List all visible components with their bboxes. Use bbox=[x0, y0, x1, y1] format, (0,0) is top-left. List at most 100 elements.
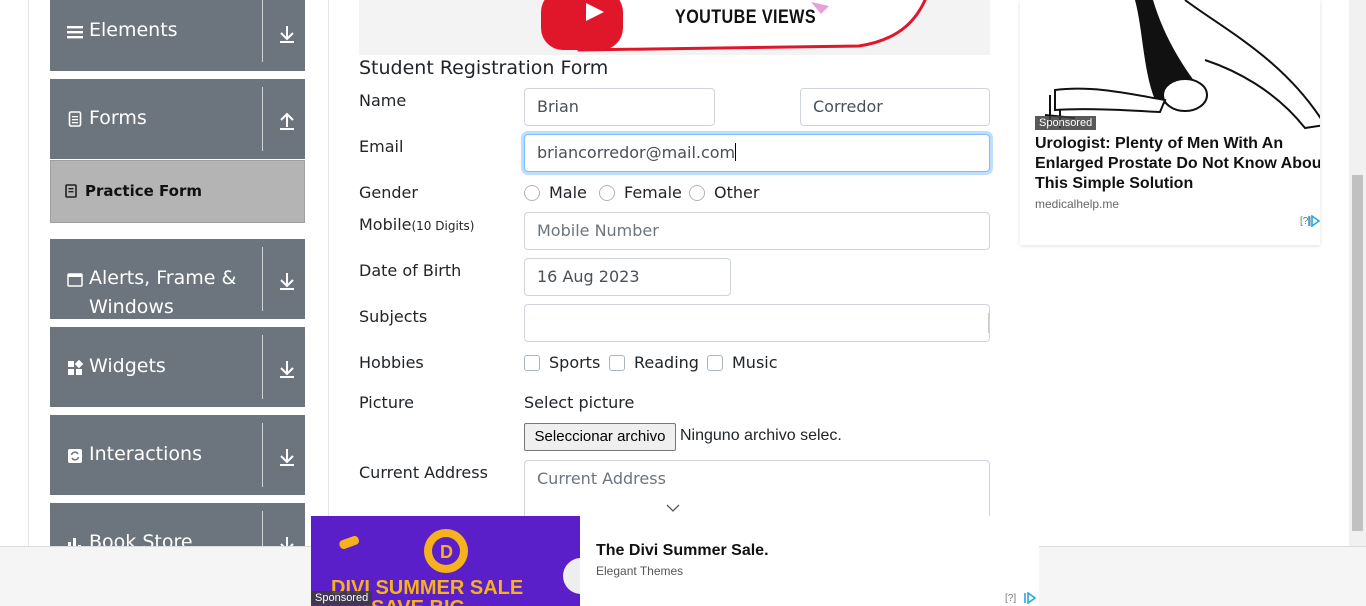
right-ad[interactable]: Sponsored Urologist: Plenty of Men With … bbox=[1020, 0, 1320, 245]
mobile-input[interactable]: Mobile Number bbox=[524, 212, 990, 250]
adchoices-icon[interactable] bbox=[1022, 592, 1036, 604]
radio-label: Female bbox=[624, 183, 682, 202]
sidebar-group-book-store[interactable]: Book Store bbox=[50, 503, 305, 546]
radio-label: Male bbox=[549, 183, 587, 202]
checkbox-label: Music bbox=[732, 353, 778, 372]
gender-label: Gender bbox=[359, 183, 418, 202]
subjects-label: Subjects bbox=[359, 307, 428, 326]
checkbox-label: Sports bbox=[549, 353, 601, 372]
last-name-input[interactable]: Corredor bbox=[800, 88, 990, 126]
gender-other-radio[interactable]: Other bbox=[689, 183, 759, 202]
hobby-sports-checkbox[interactable]: Sports bbox=[524, 353, 600, 372]
checkbox-label: Reading bbox=[634, 353, 699, 372]
window-icon bbox=[67, 273, 83, 287]
download-arrow-icon[interactable] bbox=[277, 446, 297, 468]
hobby-music-checkbox[interactable]: Music bbox=[707, 353, 778, 372]
download-arrow-icon[interactable] bbox=[277, 534, 297, 546]
page-title: Student Registration Form bbox=[359, 57, 609, 79]
left-divider bbox=[28, 0, 29, 546]
group-label: Interactions bbox=[89, 443, 202, 465]
download-arrow-icon[interactable] bbox=[277, 270, 297, 292]
radio-label: Other bbox=[714, 183, 760, 202]
ad-headline[interactable]: Urologist: Plenty of Men With An Enlarge… bbox=[1035, 134, 1320, 194]
svg-text:D: D bbox=[440, 542, 453, 562]
checkbox-box[interactable] bbox=[707, 354, 723, 371]
group-label: Alerts, Frame & bbox=[89, 267, 237, 289]
sponsored-badge: Sponsored bbox=[311, 591, 373, 605]
checkbox-box[interactable] bbox=[524, 354, 540, 371]
document-icon bbox=[68, 111, 82, 127]
upload-arrow-icon[interactable] bbox=[277, 110, 297, 132]
radio-circle[interactable] bbox=[599, 184, 615, 201]
scrollbar-thumb[interactable] bbox=[1352, 175, 1363, 531]
email-label: Email bbox=[359, 137, 404, 156]
group-header[interactable]: Interactions bbox=[50, 415, 305, 495]
sidebar-item-label: Practice Form bbox=[85, 182, 202, 200]
dob-input[interactable]: 16 Aug 2023 bbox=[524, 258, 731, 296]
divi-image-text2: SAVE BIG bbox=[371, 597, 465, 606]
sidebar-group-elements[interactable]: Elements bbox=[50, 0, 305, 71]
interactions-icon bbox=[68, 449, 82, 463]
ad-domain[interactable]: medicalhelp.me bbox=[1035, 197, 1119, 211]
select-picture-label: Select picture bbox=[524, 393, 635, 412]
picture-label: Picture bbox=[359, 393, 415, 412]
gender-female-radio[interactable]: Female bbox=[599, 183, 682, 202]
group-label: Forms bbox=[89, 107, 147, 129]
group-divider bbox=[262, 335, 263, 399]
sponsored-badge: Sponsored bbox=[1035, 116, 1097, 130]
email-value: briancorredor@mail.com bbox=[537, 143, 736, 162]
group-divider bbox=[262, 0, 263, 62]
group-divider bbox=[262, 423, 263, 487]
download-arrow-icon[interactable] bbox=[277, 23, 297, 45]
group-header[interactable]: Elements bbox=[50, 0, 305, 70]
sidebar-group-forms[interactable]: Forms bbox=[50, 79, 305, 159]
dob-label: Date of Birth bbox=[359, 261, 462, 280]
bottom-ad-title[interactable]: The Divi Summer Sale. bbox=[596, 542, 769, 560]
group-label: Elements bbox=[89, 19, 178, 41]
hobby-reading-checkbox[interactable]: Reading bbox=[609, 353, 699, 372]
widgets-icon bbox=[68, 360, 83, 375]
bar-chart-icon bbox=[68, 538, 81, 546]
bottom-ad[interactable]: D DIVI SUMMER SALE SAVE BIG Sponsored Th… bbox=[311, 516, 1039, 606]
address-label: Current Address bbox=[359, 463, 488, 482]
banner-ad[interactable]: YOUTUBE VIEWS bbox=[359, 0, 990, 55]
mobile-hint: (10 Digits) bbox=[411, 219, 475, 233]
gender-male-radio[interactable]: Male bbox=[524, 183, 587, 202]
mobile-label: Mobile(10 Digits) bbox=[359, 215, 474, 234]
chevron-down-icon bbox=[666, 504, 680, 512]
choose-file-button[interactable]: Seleccionar archivo bbox=[524, 423, 676, 451]
subjects-input[interactable] bbox=[524, 304, 990, 342]
sidebar-group-interactions[interactable]: Interactions bbox=[50, 415, 305, 495]
sidebar-group-alerts[interactable]: Alerts, Frame & Windows bbox=[50, 239, 305, 319]
text-caret bbox=[735, 143, 737, 161]
hobbies-label: Hobbies bbox=[359, 353, 424, 372]
form-icon bbox=[65, 184, 77, 198]
sidebar-group-widgets[interactable]: Widgets bbox=[50, 327, 305, 407]
divi-ad-image: D DIVI SUMMER SALE SAVE BIG Sponsored bbox=[311, 516, 580, 606]
ad-help[interactable]: [?] bbox=[1005, 593, 1016, 604]
sidebar-item-practice-form[interactable]: Practice Form bbox=[50, 160, 305, 223]
checkbox-box[interactable] bbox=[609, 354, 625, 371]
radio-circle[interactable] bbox=[689, 184, 705, 201]
name-label: Name bbox=[359, 91, 407, 110]
adchoices-icon[interactable] bbox=[1306, 215, 1320, 227]
hamburger-icon bbox=[67, 26, 83, 39]
group-header[interactable]: Forms bbox=[50, 79, 305, 159]
download-arrow-icon[interactable] bbox=[277, 358, 297, 380]
subjects-separator bbox=[988, 313, 989, 333]
page: Elements Forms Practice Form Alerts, Fra… bbox=[0, 0, 1366, 606]
group-header[interactable]: Book Store bbox=[50, 503, 305, 546]
group-divider bbox=[262, 247, 263, 311]
file-status: Ninguno archivo selec. bbox=[680, 427, 842, 444]
mobile-label-text: Mobile bbox=[359, 215, 412, 234]
email-input[interactable]: briancorredor@mail.com bbox=[524, 134, 990, 172]
group-label: Book Store bbox=[89, 531, 193, 546]
group-header[interactable]: Widgets bbox=[50, 327, 305, 407]
group-label-line2: Windows bbox=[89, 296, 174, 318]
bottom-ad-subtitle[interactable]: Elegant Themes bbox=[596, 564, 683, 578]
ad-illustration bbox=[1035, 0, 1320, 131]
radio-circle[interactable] bbox=[524, 184, 540, 201]
group-divider bbox=[262, 511, 263, 546]
first-name-input[interactable]: Brian bbox=[524, 88, 715, 126]
group-header[interactable]: Alerts, Frame & Windows bbox=[50, 239, 305, 319]
